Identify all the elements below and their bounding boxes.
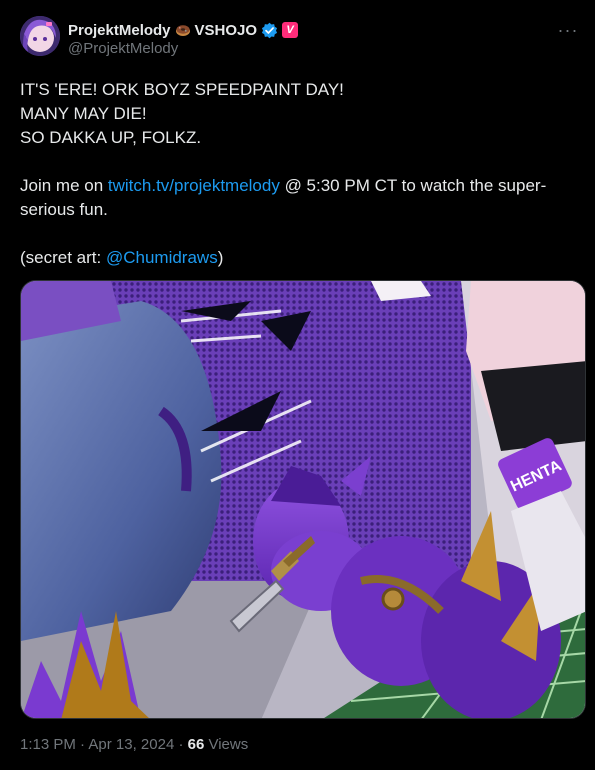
- more-options-button[interactable]: ···: [553, 18, 583, 42]
- credit-suffix: ): [217, 248, 224, 267]
- tweet-text: IT'S 'ERE! ORK BOYZ SPEEDPAINT DAY! MANY…: [20, 78, 575, 270]
- tweet-credit-paragraph: (secret art: @Chumidraws): [20, 246, 575, 270]
- views-label: Views: [204, 736, 249, 753]
- artwork-illustration: HENTA: [21, 281, 585, 718]
- meta-separator: ·: [75, 736, 89, 753]
- tweet-line: IT'S 'ERE! ORK BOYZ SPEEDPAINT DAY!: [20, 80, 344, 99]
- tweet-meta: 1:13 PM · Apr 13, 2024 · 66 Views: [20, 736, 248, 753]
- credit-prefix: (secret art:: [20, 248, 106, 267]
- affiliate-badge-icon[interactable]: V: [282, 22, 299, 38]
- author-org-name[interactable]: VSHOJO: [195, 22, 258, 39]
- tweet: ProjektMelody VSHOJO V @ProjektMelody ··…: [0, 0, 595, 770]
- author-handle[interactable]: @ProjektMelody: [68, 40, 178, 57]
- tweet-line: MANY MAY DIE!: [20, 104, 147, 123]
- twitch-link[interactable]: twitch.tv/projektmelody: [108, 176, 280, 195]
- more-icon: ···: [557, 19, 579, 40]
- avatar[interactable]: [20, 16, 60, 56]
- tweet-join-paragraph: Join me on twitch.tv/projektmelody @ 5:3…: [20, 174, 575, 222]
- meta-separator: ·: [174, 736, 188, 753]
- tweet-line: SO DAKKA UP, FOLKZ.: [20, 128, 202, 147]
- tweet-time[interactable]: 1:13 PM: [20, 736, 76, 753]
- author-display-name[interactable]: ProjektMelody: [68, 22, 171, 39]
- join-prefix: Join me on: [20, 176, 108, 195]
- tweet-date[interactable]: Apr 13, 2024: [88, 736, 174, 753]
- artist-mention-link[interactable]: @Chumidraws: [106, 248, 218, 267]
- author-name-row[interactable]: ProjektMelody VSHOJO V: [68, 20, 299, 40]
- donut-icon: [175, 22, 191, 38]
- tweet-media-image[interactable]: HENTA: [20, 280, 586, 719]
- views-count: 66: [187, 736, 205, 753]
- verified-badge-icon[interactable]: [261, 22, 278, 39]
- avatar-image: [20, 16, 60, 56]
